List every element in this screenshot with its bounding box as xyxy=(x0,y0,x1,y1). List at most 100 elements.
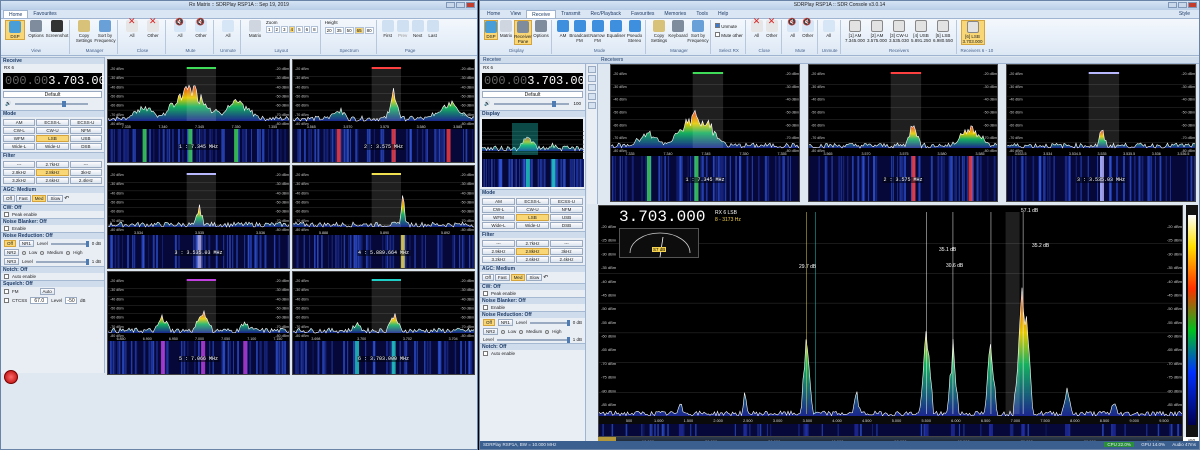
squelch-level-select[interactable]: -50 xyxy=(65,297,78,304)
agc-off[interactable]: Off xyxy=(3,195,15,202)
tab-home[interactable]: Home xyxy=(482,10,505,18)
mode-lsb[interactable]: LSB xyxy=(516,214,549,221)
nr2-button[interactable]: NR2 xyxy=(483,328,499,335)
agc-fast[interactable]: Fast xyxy=(494,274,510,281)
height-65[interactable]: 65 xyxy=(354,27,364,34)
mode-wide-l[interactable]: Wide-L xyxy=(482,222,515,229)
reset-icon[interactable] xyxy=(588,102,596,109)
nr-off-button[interactable]: Off xyxy=(4,240,16,247)
mode-wfm[interactable]: WFM xyxy=(482,214,515,221)
filter-button[interactable]: 2.4kHz xyxy=(550,256,583,263)
mute-all-button[interactable]: All xyxy=(170,20,190,38)
peak-enable-checkbox[interactable] xyxy=(483,291,488,296)
mode-ecss-u[interactable]: ECSS-U xyxy=(69,119,102,126)
filter-button[interactable]: 3.2kHz xyxy=(482,256,515,263)
filter-button[interactable]: 2.8kHz xyxy=(36,169,69,176)
mode-nfm[interactable]: NFM xyxy=(550,206,583,213)
filter-button[interactable]: 3.2kHz xyxy=(3,177,36,184)
mode-am[interactable]: AM xyxy=(482,198,515,205)
nr2-low-radio[interactable] xyxy=(22,250,27,255)
filter-button[interactable]: 2.4kHz xyxy=(69,177,102,184)
receiver-cell[interactable]: -20 dBm -20 dBm -30 dBm -30 dBm -40 dBm -40 d… xyxy=(107,271,290,375)
keyboard-button[interactable]: Keyboard xyxy=(668,20,688,38)
mode-ecss-u[interactable]: ECSS-U xyxy=(550,198,583,205)
undo-icon[interactable]: ↶ xyxy=(64,195,69,202)
main-spectrum-panel[interactable]: -20 dBm -20 dBm -25 dBm -25 dBm -30 dBm -30 d… xyxy=(598,205,1183,437)
mode-cw-l[interactable]: CW-L xyxy=(482,206,515,213)
mode-ecss-l[interactable]: ECSS-L xyxy=(36,119,69,126)
nr1-button[interactable]: NR1 xyxy=(497,319,513,326)
zoom-3[interactable]: 3 xyxy=(281,26,288,33)
close-all-button[interactable]: All xyxy=(122,19,142,38)
am-button[interactable]: AM xyxy=(556,20,570,38)
nr2-medium-radio[interactable] xyxy=(40,250,45,255)
mute-other-checkbox[interactable] xyxy=(715,32,720,37)
mode-dsb[interactable]: DSB xyxy=(550,222,583,229)
minimize-button[interactable] xyxy=(1168,2,1177,8)
filter-button[interactable]: --- xyxy=(69,161,102,168)
agc-med[interactable]: Med xyxy=(510,274,526,281)
tab-memories[interactable]: Memories xyxy=(659,10,691,18)
filter-button[interactable]: 2.6kHz xyxy=(516,256,549,263)
notch-auto-checkbox[interactable] xyxy=(4,274,9,279)
close-other-button[interactable]: Other xyxy=(143,19,163,38)
equaliser-button[interactable]: Equaliser xyxy=(607,20,625,38)
receiver-4-button[interactable]: [4] USB 5.891.250 xyxy=(911,20,932,43)
peak-enable-checkbox[interactable] xyxy=(4,212,9,217)
preset-select[interactable]: Default xyxy=(482,91,583,98)
height-80[interactable]: 80 xyxy=(364,27,374,34)
filter-button[interactable]: 2.8kHz xyxy=(516,248,549,255)
page-prev-button[interactable]: Prev xyxy=(396,20,410,38)
mute-other-button[interactable]: Other xyxy=(191,20,211,38)
nr-off-button[interactable]: Off xyxy=(483,319,495,326)
zoom-1[interactable]: 1 xyxy=(266,26,273,33)
nr2-high-radio[interactable] xyxy=(66,250,71,255)
zoom-5[interactable]: 5 xyxy=(296,26,303,33)
nb-enable-checkbox[interactable] xyxy=(483,305,488,310)
tab-rec-playback[interactable]: Rec/Playback xyxy=(585,10,626,18)
agc-off[interactable]: Off xyxy=(482,274,494,281)
tab-receive[interactable]: Receive xyxy=(526,10,557,18)
tab-home[interactable]: Home xyxy=(3,10,29,18)
unmute-checkbox[interactable] xyxy=(715,23,720,28)
mute-all-button[interactable]: All xyxy=(786,20,800,38)
receiver-cell[interactable]: -20 dBm -20 dBm -30 dBm -30 dBm -40 dBm -40 d… xyxy=(292,271,475,375)
mode-wide-u[interactable]: Wide-U xyxy=(516,222,549,229)
mode-ecss-l[interactable]: ECSS-L xyxy=(516,198,549,205)
nr2-level-slider[interactable] xyxy=(496,336,570,343)
frequency-display[interactable]: 000.003.703.000 xyxy=(3,73,104,89)
receiver-cell[interactable]: -20 dBm -20 dBm -30 dBm -30 dBm -40 dBm -40 d… xyxy=(107,59,290,163)
height-35[interactable]: 35 xyxy=(334,27,344,34)
options-button[interactable]: Options xyxy=(26,20,46,38)
mode-am[interactable]: AM xyxy=(3,119,36,126)
height-20[interactable]: 20 xyxy=(324,27,334,34)
mode-lsb[interactable]: LSB xyxy=(36,135,69,142)
matrix-button[interactable]: Matrix xyxy=(245,20,265,38)
receiver-1-button[interactable]: [1] AM 7.345.000 xyxy=(845,20,866,43)
windows-start-icon[interactable] xyxy=(4,370,18,384)
mode-cw-u[interactable]: CW-U xyxy=(36,127,69,134)
nr3-button[interactable]: NR3 xyxy=(4,258,20,265)
zoom-2[interactable]: 2 xyxy=(273,26,281,33)
filter-button[interactable]: 3kHz xyxy=(69,169,102,176)
close-all-button[interactable]: All xyxy=(750,19,764,38)
nb-enable-checkbox[interactable] xyxy=(4,226,9,231)
filter-button[interactable]: 2.9kHz xyxy=(482,248,515,255)
nr1-level-slider[interactable] xyxy=(529,319,570,326)
mode-cw-l[interactable]: CW-L xyxy=(3,127,36,134)
dsp-button[interactable]: DSP xyxy=(484,20,498,40)
ctcss-select[interactable]: 67.0 xyxy=(30,297,49,304)
nr2-high-radio[interactable] xyxy=(545,329,550,334)
pseudo-stereo-button[interactable]: Pseudo Stereo xyxy=(626,20,643,43)
sort-frequency-button[interactable]: Sort by Frequency xyxy=(94,20,116,43)
minimize-button[interactable] xyxy=(446,2,455,8)
screenshot-button[interactable]: Screenshot xyxy=(46,20,68,38)
receiver-2-button[interactable]: [2] AM 3.575.000 xyxy=(867,20,888,43)
maximize-button[interactable] xyxy=(1178,2,1187,8)
ctcss-checkbox[interactable] xyxy=(4,298,9,303)
filter-button[interactable]: --- xyxy=(3,161,36,168)
mode-wfm[interactable]: WFM xyxy=(3,135,36,142)
options-button[interactable]: Options xyxy=(533,20,549,38)
close-window-button[interactable] xyxy=(1188,2,1197,8)
nr1-level-slider[interactable] xyxy=(50,240,89,247)
